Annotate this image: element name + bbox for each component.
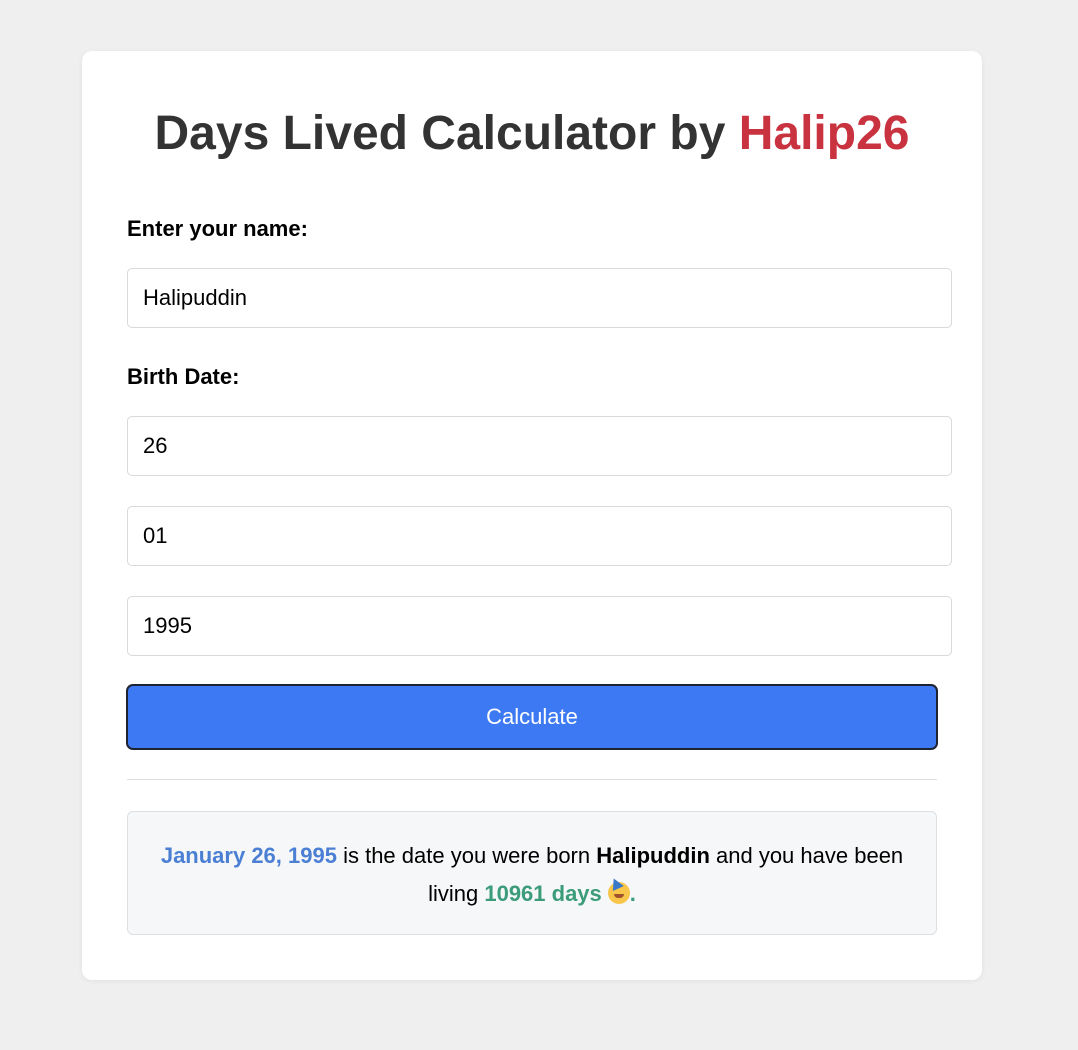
divider [127, 779, 937, 780]
birth-year-input[interactable] [127, 596, 952, 656]
result-birth-date: January 26, 1995 [160, 843, 337, 868]
calculator-card: Days Lived Calculator by Halip26 Enter y… [82, 51, 982, 980]
birth-month-input[interactable] [127, 506, 952, 566]
birth-day-input[interactable] [127, 416, 952, 476]
result-text-middle: is the date you were born [336, 843, 597, 868]
page-title-text: Days Lived Calculator by [154, 107, 739, 160]
page-title: Days Lived Calculator by Halip26 [82, 104, 982, 164]
birth-date-label: Birth Date: [127, 364, 240, 389]
name-input[interactable] [127, 268, 952, 328]
result-user-name: Halipuddin [596, 843, 710, 868]
result-days-count: 10961 days [484, 881, 602, 906]
result-period: . [629, 881, 636, 906]
calculate-button[interactable]: Calculate [126, 684, 938, 750]
partying-face-icon [607, 882, 630, 904]
result-box: January 26, 1995 is the date you were bo… [127, 811, 937, 935]
name-label: Enter your name: [127, 216, 308, 241]
page-title-author: Halip26 [738, 107, 910, 160]
